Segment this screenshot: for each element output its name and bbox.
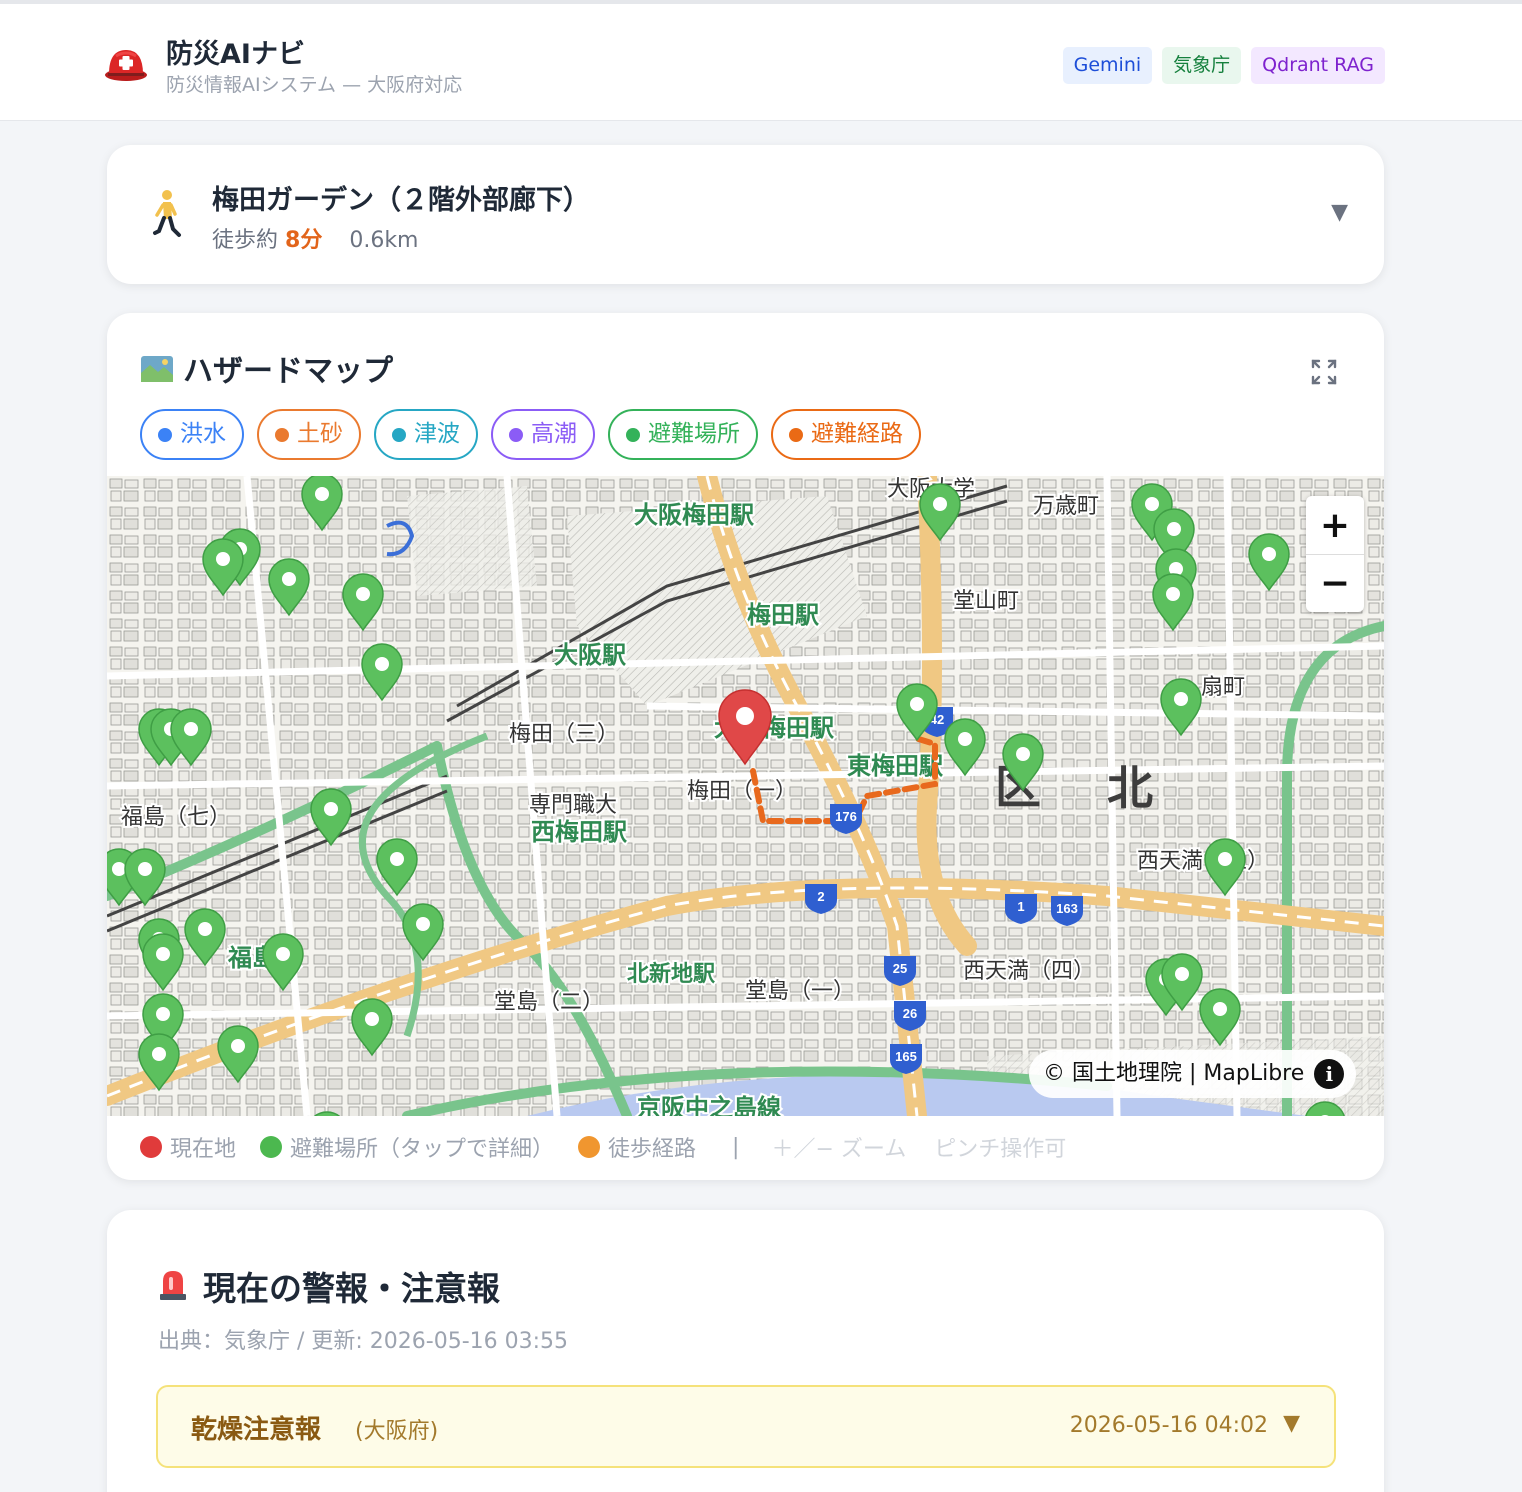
zoom-control: + −	[1306, 496, 1364, 612]
svg-text:北新地駅: 北新地駅	[627, 961, 715, 986]
legend-route: 徒歩経路	[578, 1131, 696, 1163]
chip-evac-route[interactable]: 避難経路	[771, 409, 921, 460]
hazard-map-card: ハザードマップ 洪水 土砂 津波 高潮 避難場所 避難経路 北 区 大阪梅田駅 …	[107, 313, 1384, 1180]
alert-name: 乾燥注意報	[191, 1415, 322, 1445]
shelter-name: 梅田ガーデン（２階外部廊下）	[212, 185, 590, 216]
alert-item[interactable]: 乾燥注意報 (大阪府) 2026-05-16 04:02 ▼	[156, 1385, 1336, 1468]
svg-text:2: 2	[817, 889, 824, 904]
svg-text:梅田駅: 梅田駅	[747, 602, 819, 629]
svg-text:万歳町: 万歳町	[1033, 493, 1099, 518]
svg-text:大阪梅田駅: 大阪梅田駅	[634, 502, 754, 529]
svg-text:梅田（一）: 梅田（一）	[687, 778, 797, 803]
svg-text:堂島（二）: 堂島（二）	[494, 989, 604, 1014]
helmet-icon	[105, 50, 147, 81]
zoom-in-button[interactable]: +	[1306, 496, 1364, 554]
color-dot-icon	[275, 427, 289, 442]
map-attribution: © 国土地理院 | MapLibre i	[1029, 1050, 1357, 1098]
walk-minutes: 8分	[285, 228, 323, 253]
svg-text:西天満（五）: 西天満（五）	[1137, 848, 1269, 873]
svg-text:扇町: 扇町	[1201, 674, 1245, 699]
app-header: 防災AIナビ 防災情報AIシステム — 大阪府対応 Gemini 気象庁 Qdr…	[0, 0, 1522, 121]
svg-text:梅田（三）: 梅田（三）	[509, 721, 619, 746]
color-dot-icon	[392, 427, 406, 442]
legend-route-label: 徒歩経路	[608, 1137, 697, 1162]
hazard-map-title: ハザードマップ	[183, 354, 393, 389]
tech-tags: Gemini 気象庁 Qdrant RAG	[1062, 47, 1385, 84]
chevron-down-icon[interactable]: ▼	[1283, 1411, 1300, 1436]
map-icon	[141, 356, 173, 382]
chip-storm-surge[interactable]: 高潮	[491, 409, 595, 460]
chip-label: 土砂	[297, 421, 343, 447]
svg-text:25: 25	[893, 961, 907, 976]
color-dot-icon	[509, 427, 523, 442]
walk-prefix: 徒歩約	[212, 228, 279, 253]
svg-text:西梅田駅: 西梅田駅	[531, 819, 627, 846]
walk-distance: 0.6km	[349, 228, 419, 253]
chip-label: 避難場所	[648, 421, 740, 447]
svg-text:26: 26	[903, 1006, 917, 1021]
svg-text:専門職大: 専門職大	[529, 792, 617, 817]
svg-text:176: 176	[835, 809, 857, 824]
tag-gemini: Gemini	[1062, 47, 1153, 84]
orange-dot-icon	[578, 1136, 601, 1158]
svg-text:京阪中之島線: 京阪中之島線	[637, 1094, 781, 1116]
map-legend: 現在地 避難場所（タップで詳細） 徒歩経路 | ＋／− ズーム ピンチ操作可	[140, 1131, 1094, 1163]
chip-label: 高潮	[531, 421, 577, 447]
tag-jma: 気象庁	[1162, 47, 1242, 84]
map-canvas[interactable]: 北 区 大阪梅田駅 梅田駅 大阪駅 大阪梅田駅 東梅田駅 西梅田駅 福島駅 北新…	[107, 476, 1384, 1116]
svg-text:福島（七）: 福島（七）	[121, 804, 231, 829]
chip-landslide[interactable]: 土砂	[257, 409, 361, 460]
legend-separator: |	[732, 1134, 740, 1160]
chip-tsunami[interactable]: 津波	[374, 409, 478, 460]
chip-label: 洪水	[180, 421, 226, 447]
map-base: 北 区 大阪梅田駅 梅田駅 大阪駅 大阪梅田駅 東梅田駅 西梅田駅 福島駅 北新…	[107, 476, 1384, 1116]
legend-shelter-label: 避難場所（タップで詳細）	[290, 1137, 555, 1162]
svg-text:大阪駅: 大阪駅	[554, 642, 626, 669]
layer-toggles: 洪水 土砂 津波 高潮 避難場所 避難経路	[140, 409, 921, 460]
attribution-text: © 国土地理院 | MapLibre	[1043, 1061, 1305, 1086]
svg-text:堂島（一）: 堂島（一）	[745, 978, 855, 1003]
color-dot-icon	[158, 427, 172, 442]
svg-text:165: 165	[895, 1049, 917, 1064]
red-dot-icon	[140, 1136, 162, 1158]
svg-text:1: 1	[1017, 899, 1024, 914]
legend-current: 現在地	[140, 1131, 236, 1163]
svg-text:163: 163	[1056, 901, 1078, 916]
color-dot-icon	[626, 427, 640, 442]
chip-flood[interactable]: 洪水	[140, 409, 244, 460]
alerts-source: 出典：気象庁 / 更新: 2026-05-16 03:55	[158, 1329, 569, 1354]
app-subtitle: 防災情報AIシステム — 大阪府対応	[166, 74, 463, 96]
alerts-title: 現在の警報・注意報	[203, 1269, 500, 1308]
app-title: 防災AIナビ	[166, 39, 305, 70]
alerts-card: 現在の警報・注意報 出典：気象庁 / 更新: 2026-05-16 03:55 …	[107, 1210, 1384, 1492]
tag-qdrant: Qdrant RAG	[1251, 47, 1385, 84]
pinch-hint: ピンチ操作可	[934, 1137, 1067, 1162]
svg-text:西天満（四）: 西天満（四）	[963, 958, 1095, 983]
svg-text:東梅田駅: 東梅田駅	[847, 753, 943, 780]
walking-person-icon	[153, 190, 181, 237]
route-meta: 徒歩約 8分 0.6km	[212, 222, 419, 254]
chip-label: 避難経路	[811, 421, 903, 447]
fullscreen-icon[interactable]	[1311, 359, 1337, 385]
chip-shelters[interactable]: 避難場所	[608, 409, 758, 460]
alert-area: (大阪府)	[355, 1419, 439, 1444]
green-dot-icon	[260, 1136, 283, 1158]
info-icon[interactable]: i	[1314, 1059, 1345, 1089]
siren-icon	[160, 1271, 186, 1300]
nearest-shelter-card[interactable]: 梅田ガーデン（２階外部廊下） 徒歩約 8分 0.6km ▼	[107, 145, 1384, 284]
color-dot-icon	[789, 427, 803, 442]
legend-current-label: 現在地	[170, 1137, 237, 1162]
zoom-hint: ＋／− ズーム	[771, 1137, 907, 1162]
svg-text:堂山町: 堂山町	[953, 588, 1019, 613]
alert-time: 2026-05-16 04:02	[1069, 1413, 1268, 1438]
zoom-out-button[interactable]: −	[1306, 554, 1364, 612]
chip-label: 津波	[414, 421, 460, 447]
map-label-kita-ku: 北	[1107, 762, 1153, 814]
legend-shelter: 避難場所（タップで詳細）	[260, 1131, 554, 1163]
expand-caret-icon[interactable]: ▼	[1331, 200, 1348, 225]
